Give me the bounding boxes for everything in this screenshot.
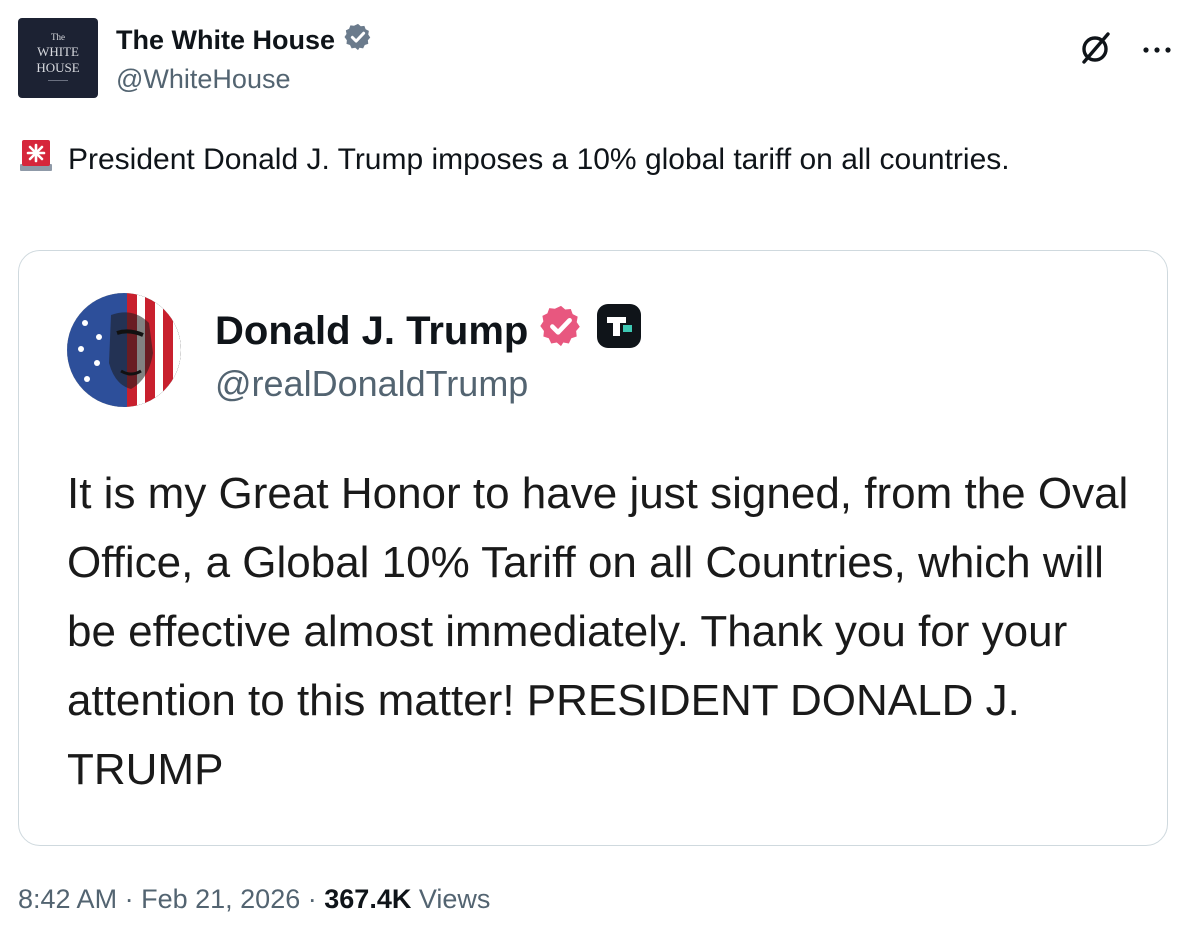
rotating-light-emoji-icon [18, 138, 54, 187]
trump-avatar[interactable] [67, 293, 181, 407]
view-count: 367.4K [324, 884, 412, 914]
author-name[interactable]: The White House [116, 25, 335, 56]
post-actions-top [1076, 28, 1172, 73]
quoted-author-name[interactable]: Donald J. Trump [215, 309, 528, 354]
post-meta: 8:42 AM · Feb 21, 2026 · 367.4K Views [18, 884, 490, 915]
avatar-text-bottom: HOUSE [36, 60, 80, 75]
author-handle[interactable]: @WhiteHouse [116, 64, 290, 95]
avatar-text-top: WHITE [37, 44, 79, 59]
post-time[interactable]: 8:42 AM [18, 884, 117, 914]
meta-separator: · [124, 884, 134, 914]
post-text-block: President Donald J. Trump imposes a 10% … [18, 136, 1048, 187]
avatar-mark: The [51, 32, 65, 42]
avatar-rule [48, 80, 68, 81]
author-name-row[interactable]: The White House [116, 22, 373, 59]
grok-slash-icon[interactable] [1076, 28, 1116, 73]
verified-badge-gray-icon [343, 22, 373, 59]
quoted-post-card[interactable]: Donald J. Trump @realDonaldTrump It is m… [18, 250, 1168, 846]
truth-social-icon [596, 303, 642, 359]
quoted-author-name-row[interactable]: Donald J. Trump [215, 303, 642, 359]
post-text: President Donald J. Trump imposes a 10% … [68, 143, 1010, 176]
more-options-icon[interactable] [1142, 42, 1172, 60]
quoted-author-handle[interactable]: @realDonaldTrump [215, 363, 528, 405]
meta-separator: · [307, 884, 317, 914]
view-label: Views [418, 884, 491, 914]
white-house-avatar[interactable]: The WHITE HOUSE [18, 18, 98, 98]
quoted-post-text: It is my Great Honor to have just signed… [67, 469, 1129, 794]
post-date[interactable]: Feb 21, 2026 [141, 884, 300, 914]
verified-badge-pink-icon [538, 303, 584, 359]
